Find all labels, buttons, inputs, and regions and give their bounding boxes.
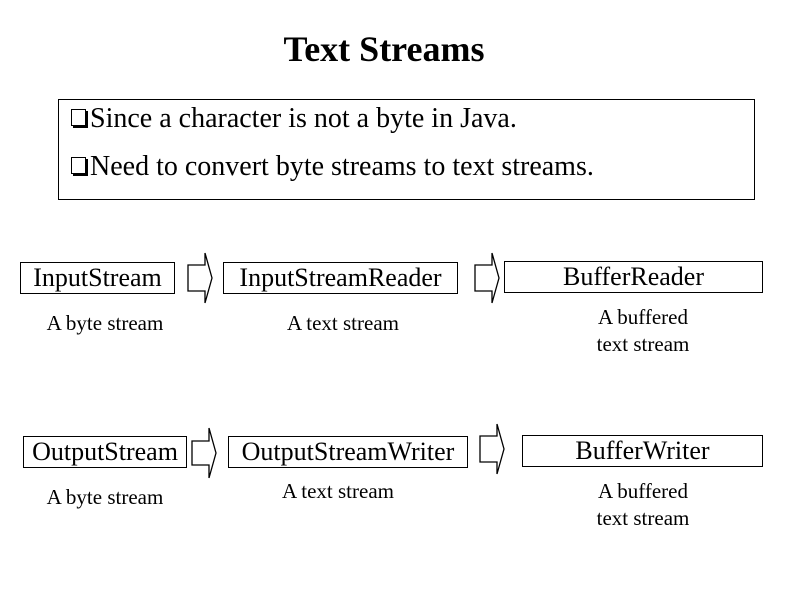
- caption-outputstreamwriter: A text stream: [282, 479, 394, 503]
- caption-outputstream: A byte stream: [46, 485, 164, 509]
- node-inputstream: InputStream: [20, 262, 175, 294]
- caption-inputstreamreader: A text stream: [287, 311, 399, 335]
- caption-line: text stream: [596, 332, 690, 356]
- checkbox-bullet-icon: [71, 157, 86, 174]
- bullet-box: Since a character is not a byte in Java.…: [58, 99, 755, 200]
- caption-bufferwriter: A buffered text stream: [573, 478, 713, 532]
- node-bufferwriter: BufferWriter: [522, 435, 763, 467]
- bullet-text: Since a character is not a byte in Java.: [90, 103, 517, 134]
- bullet-item: Since a character is not a byte in Java.: [71, 103, 517, 135]
- caption-line: A buffered: [598, 305, 688, 329]
- caption-bufferreader: A buffered text stream: [573, 304, 713, 358]
- checkbox-bullet-icon: [71, 109, 86, 126]
- arrow-right-icon: [479, 423, 505, 475]
- caption-inputstream: A byte stream: [46, 311, 164, 335]
- arrow-right-icon: [187, 252, 213, 304]
- node-outputstream: OutputStream: [23, 436, 187, 468]
- caption-line: A buffered: [598, 479, 688, 503]
- bullet-item: Need to convert byte streams to text str…: [71, 151, 594, 183]
- node-bufferreader: BufferReader: [504, 261, 763, 293]
- bullet-text: Need to convert byte streams to text str…: [90, 151, 594, 182]
- node-outputstreamwriter: OutputStreamWriter: [228, 436, 468, 468]
- caption-line: text stream: [596, 506, 690, 530]
- node-inputstreamreader: InputStreamReader: [223, 262, 458, 294]
- slide-title: Text Streams: [283, 29, 485, 69]
- arrow-right-icon: [191, 427, 217, 479]
- arrow-right-icon: [474, 252, 500, 304]
